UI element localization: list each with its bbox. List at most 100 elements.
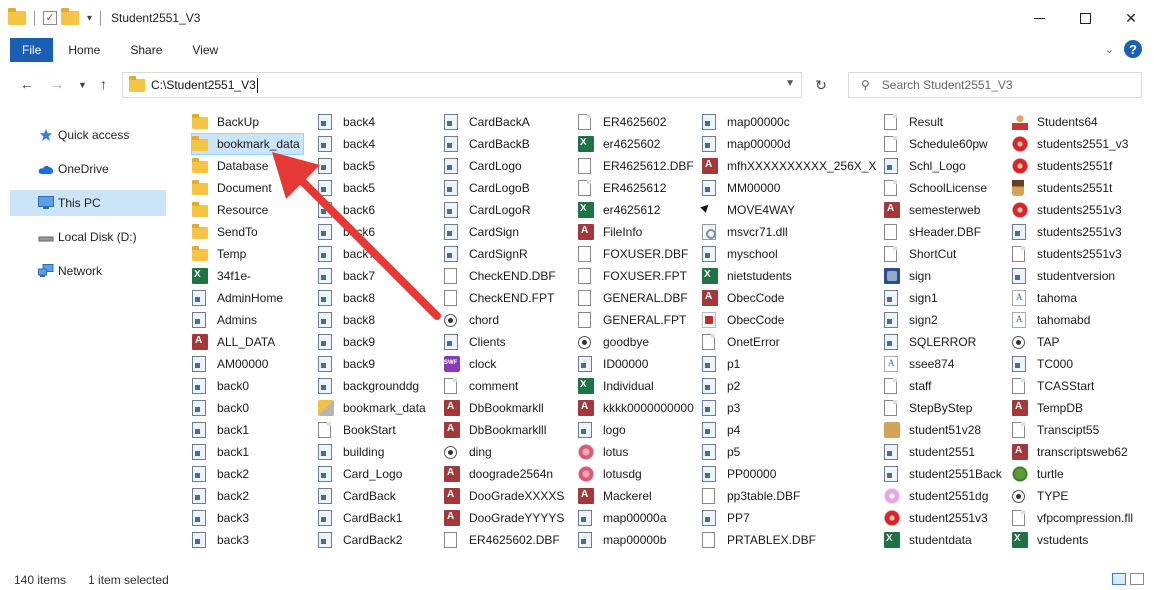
file-item[interactable]: ALL_DATA [192,332,278,352]
address-dropdown-chevron-icon[interactable]: ▼ [785,78,795,89]
file-item[interactable]: back8 [318,310,378,330]
file-item[interactable]: Schedule60pw [884,134,991,154]
file-item[interactable]: TempDB [1012,398,1086,418]
help-icon[interactable]: ? [1124,40,1142,58]
file-item[interactable]: map00000d [702,134,793,154]
file-item[interactable]: tahoma [1012,288,1080,308]
address-path[interactable]: C:\Student2551_V3 [151,78,256,92]
search-input[interactable] [881,78,1122,92]
file-item[interactable]: ER4625612 [578,178,669,198]
file-item[interactable]: p5 [702,442,743,462]
file-item[interactable]: PP7 [702,508,753,528]
file-item[interactable]: studentversion [1012,266,1118,286]
file-item[interactable]: sHeader.DBF [884,222,984,242]
file-item[interactable]: student2551dg [884,486,991,506]
file-item[interactable]: SQLERROR [884,332,979,352]
file-item[interactable]: kkkk0000000000 [578,398,697,418]
file-item[interactable]: DooGradeYYYYS [444,508,567,528]
file-item[interactable]: CardBack2 [318,530,405,550]
file-item[interactable]: FOXUSER.FPT [578,266,690,286]
file-item[interactable]: backgrounddg [318,376,422,396]
file-item[interactable]: DbBookmarklll [444,420,549,440]
file-item[interactable]: BackUp [192,112,262,132]
file-item[interactable]: Temp [192,244,249,264]
file-item[interactable]: staff [884,376,934,396]
file-item[interactable]: OnetError [702,332,783,352]
file-item[interactable]: back4 [318,134,378,154]
tab-share[interactable]: Share [115,38,177,62]
file-item[interactable]: back3 [192,508,252,528]
customize-toolbar-dropdown[interactable]: ▾ [87,13,92,24]
file-item[interactable]: logo [578,420,629,440]
close-button[interactable]: ✕ [1108,0,1154,36]
refresh-icon[interactable]: ↻ [808,72,834,98]
file-item[interactable]: mfhXXXXXXXXXX_256X_X [702,156,879,176]
file-item[interactable]: bookmark_data [318,398,429,418]
expand-ribbon-chevron-icon[interactable]: ⌄ [1105,43,1114,56]
back-arrow-icon[interactable]: ← [20,76,34,92]
file-item[interactable]: sign [884,266,934,286]
file-item[interactable]: CardSignR [444,244,531,264]
large-icons-view-icon[interactable] [1130,573,1144,585]
file-item[interactable]: AdminHome [192,288,286,308]
file-item[interactable]: building [318,442,387,462]
file-item[interactable]: nietstudents [702,266,795,286]
file-item[interactable]: ER4625602 [578,112,669,132]
file-item[interactable]: map00000c [702,112,793,132]
file-item[interactable]: back8 [318,288,378,308]
file-item[interactable]: ShortCut [884,244,959,264]
file-item[interactable]: back7 [318,244,378,264]
file-item[interactable]: CardLogoB [444,178,533,198]
file-item[interactable]: students2551v3 [1012,200,1125,220]
file-item[interactable]: back5 [318,178,378,198]
file-item[interactable]: DbBookmarkll [444,398,547,418]
file-item[interactable]: Transcipt55 [1012,420,1102,440]
file-item[interactable]: map00000b [578,530,669,550]
file-item[interactable]: PP00000 [702,464,779,484]
file-item[interactable]: transcriptsweb62 [1012,442,1131,462]
file-item[interactable]: ObecCode [702,288,787,308]
file-item[interactable]: back9 [318,332,378,352]
search-box[interactable]: ⚲ [848,72,1142,98]
file-item[interactable]: Result [884,112,946,132]
file-item[interactable]: Students64 [1012,112,1101,132]
file-item[interactable]: goodbye [578,332,652,352]
file-item[interactable]: map00000a [578,508,669,528]
file-item[interactable]: DooGradeXXXXS [444,486,567,506]
file-item[interactable]: GENERAL.DBF [578,288,691,308]
file-item[interactable]: StepByStep [884,398,975,418]
file-item[interactable]: msvcr71.dll [702,222,791,242]
file-item-selected[interactable]: bookmark_data [191,133,304,155]
file-item[interactable]: Document [192,178,275,198]
file-item[interactable]: SchoolLicense [884,178,990,198]
up-arrow-icon[interactable]: ↑ [100,76,107,92]
file-item[interactable]: ID00000 [578,354,651,374]
file-item[interactable]: Resource [192,200,271,220]
file-item[interactable]: student2551v3 [884,508,991,528]
file-item[interactable]: CardBackB [444,134,533,154]
file-item[interactable]: p2 [702,376,743,396]
file-item[interactable]: sign1 [884,288,941,308]
file-item[interactable]: back0 [192,376,252,396]
file-item[interactable]: lotusdg [578,464,645,484]
file-item[interactable]: back0 [192,398,252,418]
file-item[interactable]: p3 [702,398,743,418]
file-item[interactable]: p1 [702,354,743,374]
file-item[interactable]: back2 [192,464,252,484]
nav-item-local-disk[interactable]: Local Disk (D:) [10,224,166,250]
file-item[interactable]: myschool [702,244,781,264]
tab-view[interactable]: View [177,38,233,62]
file-item[interactable]: CardBackA [444,112,533,132]
file-item[interactable]: MM00000 [702,178,783,198]
file-item[interactable]: Card_Logo [318,464,405,484]
file-item[interactable]: students2551v3 [1012,222,1125,242]
file-item[interactable]: students2551t [1012,178,1115,198]
file-item[interactable]: students2551_v3 [1012,134,1131,154]
file-item[interactable]: PRTABLEX.DBF [702,530,819,550]
file-item[interactable]: TAP [1012,332,1062,352]
file-item[interactable]: comment [444,376,521,396]
file-item[interactable]: CheckEND.DBF [444,266,559,286]
file-item[interactable]: student2551Back [884,464,1005,484]
file-item[interactable]: CheckEND.FPT [444,288,557,308]
file-item[interactable]: CardBack1 [318,508,405,528]
